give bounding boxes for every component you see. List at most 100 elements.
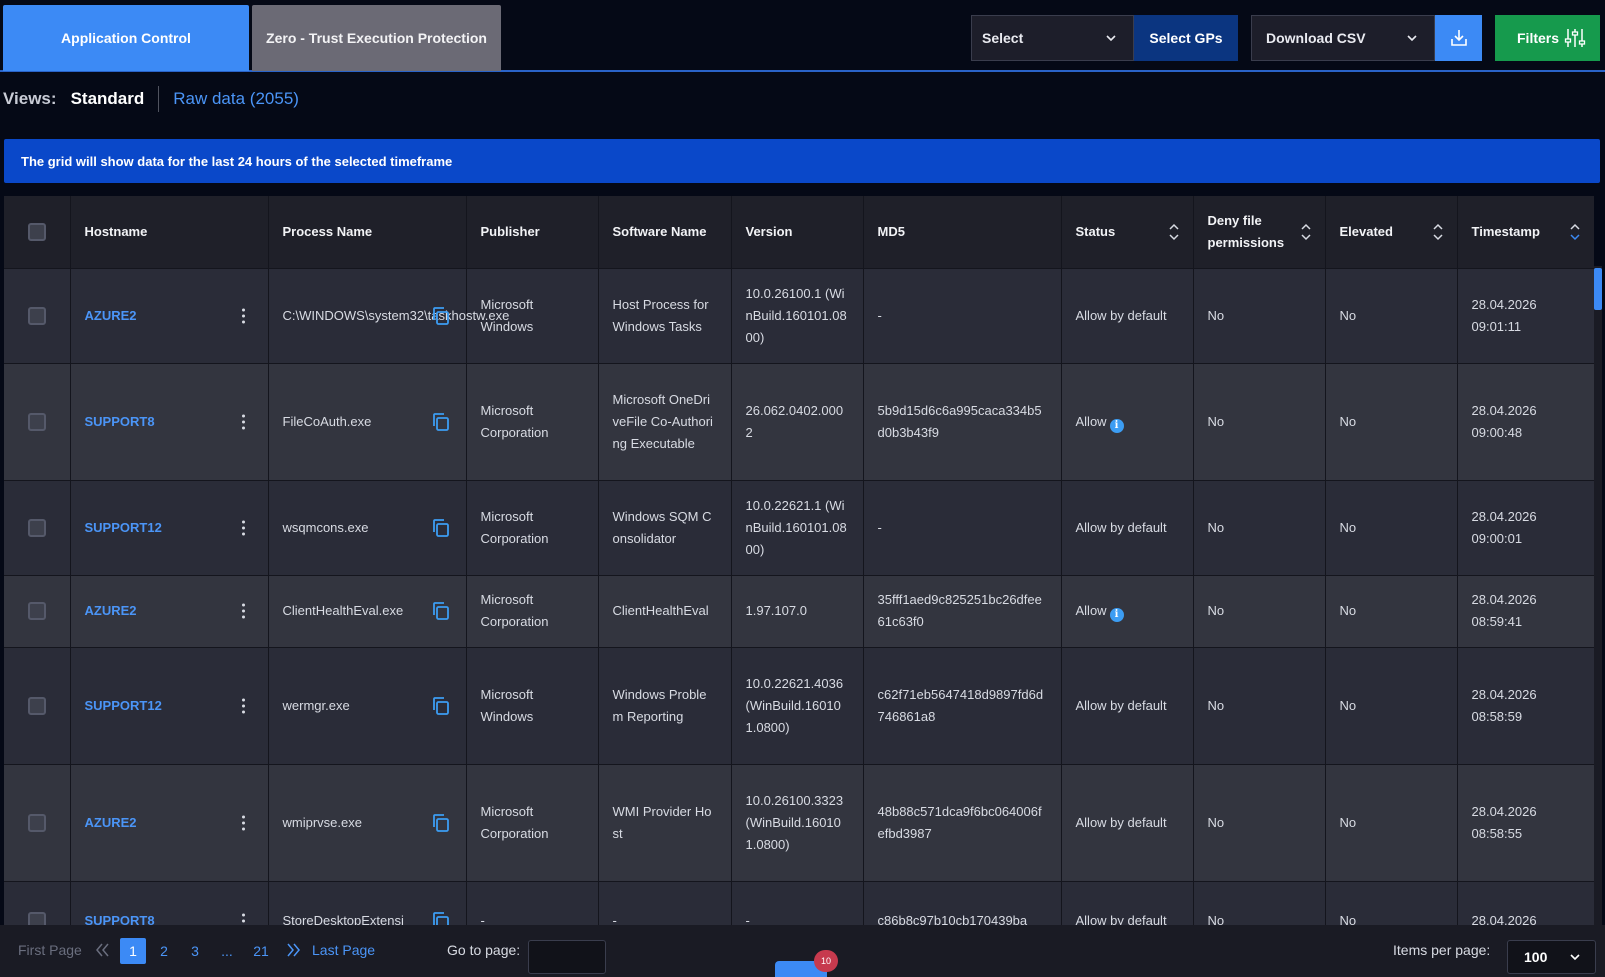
row-select-cell[interactable] <box>4 268 71 364</box>
copy-icon[interactable] <box>432 518 450 538</box>
more-options-icon[interactable] <box>241 520 246 535</box>
more-options-icon[interactable] <box>241 815 246 830</box>
row-checkbox[interactable] <box>27 696 46 715</box>
row-checkbox[interactable] <box>27 412 46 431</box>
download-button[interactable] <box>1435 15 1482 61</box>
hostname-cell: AZURE2 <box>70 268 269 364</box>
more-options-icon[interactable] <box>241 603 246 619</box>
row-checkbox[interactable] <box>27 912 46 925</box>
row-select-cell[interactable] <box>4 363 71 481</box>
hostname-link[interactable]: SUPPORT12 <box>85 698 162 713</box>
copy-icon[interactable] <box>432 813 450 833</box>
col-status[interactable]: Status <box>1061 196 1194 269</box>
header-select-all[interactable] <box>4 196 71 269</box>
row-checkbox[interactable] <box>27 306 46 325</box>
col-status-label: Status <box>1075 223 1116 239</box>
info-icon[interactable]: i <box>1109 608 1124 622</box>
hostname-link[interactable]: AZURE2 <box>85 815 137 830</box>
row-select-cell[interactable] <box>4 575 71 648</box>
info-icon[interactable]: i <box>1109 418 1124 433</box>
select-all-checkbox[interactable] <box>27 222 46 241</box>
status-text: Allow by default <box>1075 913 1167 925</box>
more-options-icon[interactable] <box>241 913 246 926</box>
filters-button[interactable]: Filters <box>1495 15 1600 61</box>
table-row[interactable]: SUPPORT12 wermgr.exe Microsoft Windows Wind… <box>4 647 1594 765</box>
tab-zero-trust[interactable]: Zero - Trust Execution Protection <box>252 5 501 71</box>
table-row[interactable]: SUPPORT12 wsqmcons.exe Microsoft Corporati… <box>4 480 1594 576</box>
row-select-cell[interactable] <box>4 647 71 765</box>
hostname-link[interactable]: SUPPORT12 <box>85 520 162 535</box>
top-bar: Application Control Zero - Trust Executi… <box>0 0 1605 72</box>
sort-icon[interactable] <box>1300 223 1311 241</box>
hostname-link[interactable]: SUPPORT8 <box>85 913 155 925</box>
grid-scroll-thumb[interactable] <box>1594 268 1602 310</box>
more-options-icon[interactable] <box>241 414 246 429</box>
sort-desc-icon[interactable] <box>1569 223 1580 241</box>
timestamp-cell: 28.04.2026 09:00:48 <box>1457 363 1594 481</box>
process-name-cell: wmiprvse.exe <box>268 764 467 882</box>
table-row[interactable]: AZURE2 C:\WINDOWS\system32\taskhostw.exe M… <box>4 268 1594 364</box>
more-options-icon[interactable] <box>241 308 246 323</box>
download-csv-dropdown[interactable]: Download CSV <box>1251 15 1435 61</box>
col-deny-label: Deny file permissions <box>1207 212 1285 250</box>
first-page-link[interactable]: First Page <box>18 942 82 958</box>
copy-icon[interactable] <box>432 306 450 326</box>
status-text: Allow by default <box>1075 307 1167 323</box>
deny-cell: No <box>1193 480 1326 576</box>
software-name-cell: WMI Provider Host <box>598 764 732 882</box>
row-checkbox[interactable] <box>27 813 46 832</box>
last-page-link[interactable]: Last Page <box>312 942 375 958</box>
hostname-link[interactable]: AZURE2 <box>85 308 137 323</box>
copy-icon[interactable] <box>432 601 450 621</box>
copy-icon[interactable] <box>432 412 450 432</box>
table-row[interactable]: AZURE2 wmiprvse.exe Microsoft Corporation W… <box>4 764 1594 882</box>
view-raw-data[interactable]: Raw data (2055) <box>173 89 299 109</box>
view-standard[interactable]: Standard <box>71 86 160 112</box>
table-row[interactable]: SUPPORT8 FileCoAuth.exe Microsoft Corporat… <box>4 363 1594 481</box>
notification-badge[interactable]: 10 <box>814 950 838 972</box>
process-name-cell: StoreDesktopExtensi <box>268 881 467 925</box>
md5-cell: c86b8c97b10cb170439ba <box>863 881 1062 925</box>
page-2[interactable]: 2 <box>151 938 177 964</box>
publisher-cell: Microsoft Corporation <box>466 764 599 882</box>
col-md5: MD5 <box>863 196 1062 269</box>
row-select-cell[interactable] <box>4 480 71 576</box>
chevrons-right-icon[interactable] <box>286 939 302 961</box>
items-per-page-select[interactable]: 100 <box>1507 940 1596 974</box>
chevrons-left-icon[interactable] <box>94 939 110 961</box>
process-name-cell: wermgr.exe <box>268 647 467 765</box>
deny-cell: No <box>1193 647 1326 765</box>
page-3[interactable]: 3 <box>182 938 208 964</box>
status-text: Allow by default <box>1075 814 1167 830</box>
sort-icon[interactable] <box>1432 223 1443 241</box>
row-checkbox[interactable] <box>27 518 46 537</box>
tab-application-control[interactable]: Application Control <box>3 5 249 71</box>
select-dropdown[interactable]: Select <box>971 15 1134 61</box>
md5-cell: - <box>863 480 1062 576</box>
col-deny-file-permissions[interactable]: Deny file permissions <box>1193 196 1326 269</box>
col-timestamp[interactable]: Timestamp <box>1457 196 1594 269</box>
row-select-cell[interactable] <box>4 764 71 882</box>
page-21[interactable]: 21 <box>248 938 274 964</box>
timestamp-cell: 28.04.2026 08:58:59 <box>1457 647 1594 765</box>
select-gps-button[interactable]: Select GPs <box>1134 15 1238 61</box>
copy-icon[interactable] <box>432 911 450 925</box>
page-1[interactable]: 1 <box>120 938 146 964</box>
hostname-link[interactable]: SUPPORT8 <box>85 414 155 429</box>
process-name-cell: ClientHealthEval.exe <box>268 575 467 648</box>
deny-cell: No <box>1193 575 1326 648</box>
sort-icon[interactable] <box>1168 223 1179 241</box>
grid-scrollbar[interactable] <box>1594 266 1602 925</box>
more-options-icon[interactable] <box>241 698 246 713</box>
chevron-down-icon <box>1407 35 1417 42</box>
col-elevated[interactable]: Elevated <box>1325 196 1458 269</box>
process-name: StoreDesktopExtensi <box>282 913 404 925</box>
row-checkbox[interactable] <box>27 602 46 620</box>
col-software-name: Software Name <box>598 196 732 269</box>
hostname-link[interactable]: AZURE2 <box>85 603 137 618</box>
copy-icon[interactable] <box>432 696 450 716</box>
goto-page-input[interactable] <box>528 940 606 974</box>
table-row[interactable]: AZURE2 ClientHealthEval.exe Microsoft Corp… <box>4 575 1594 648</box>
row-select-cell[interactable] <box>4 881 71 925</box>
table-row[interactable]: SUPPORT8 StoreDesktopExtensi - - - c86b8c97b1… <box>4 881 1594 925</box>
